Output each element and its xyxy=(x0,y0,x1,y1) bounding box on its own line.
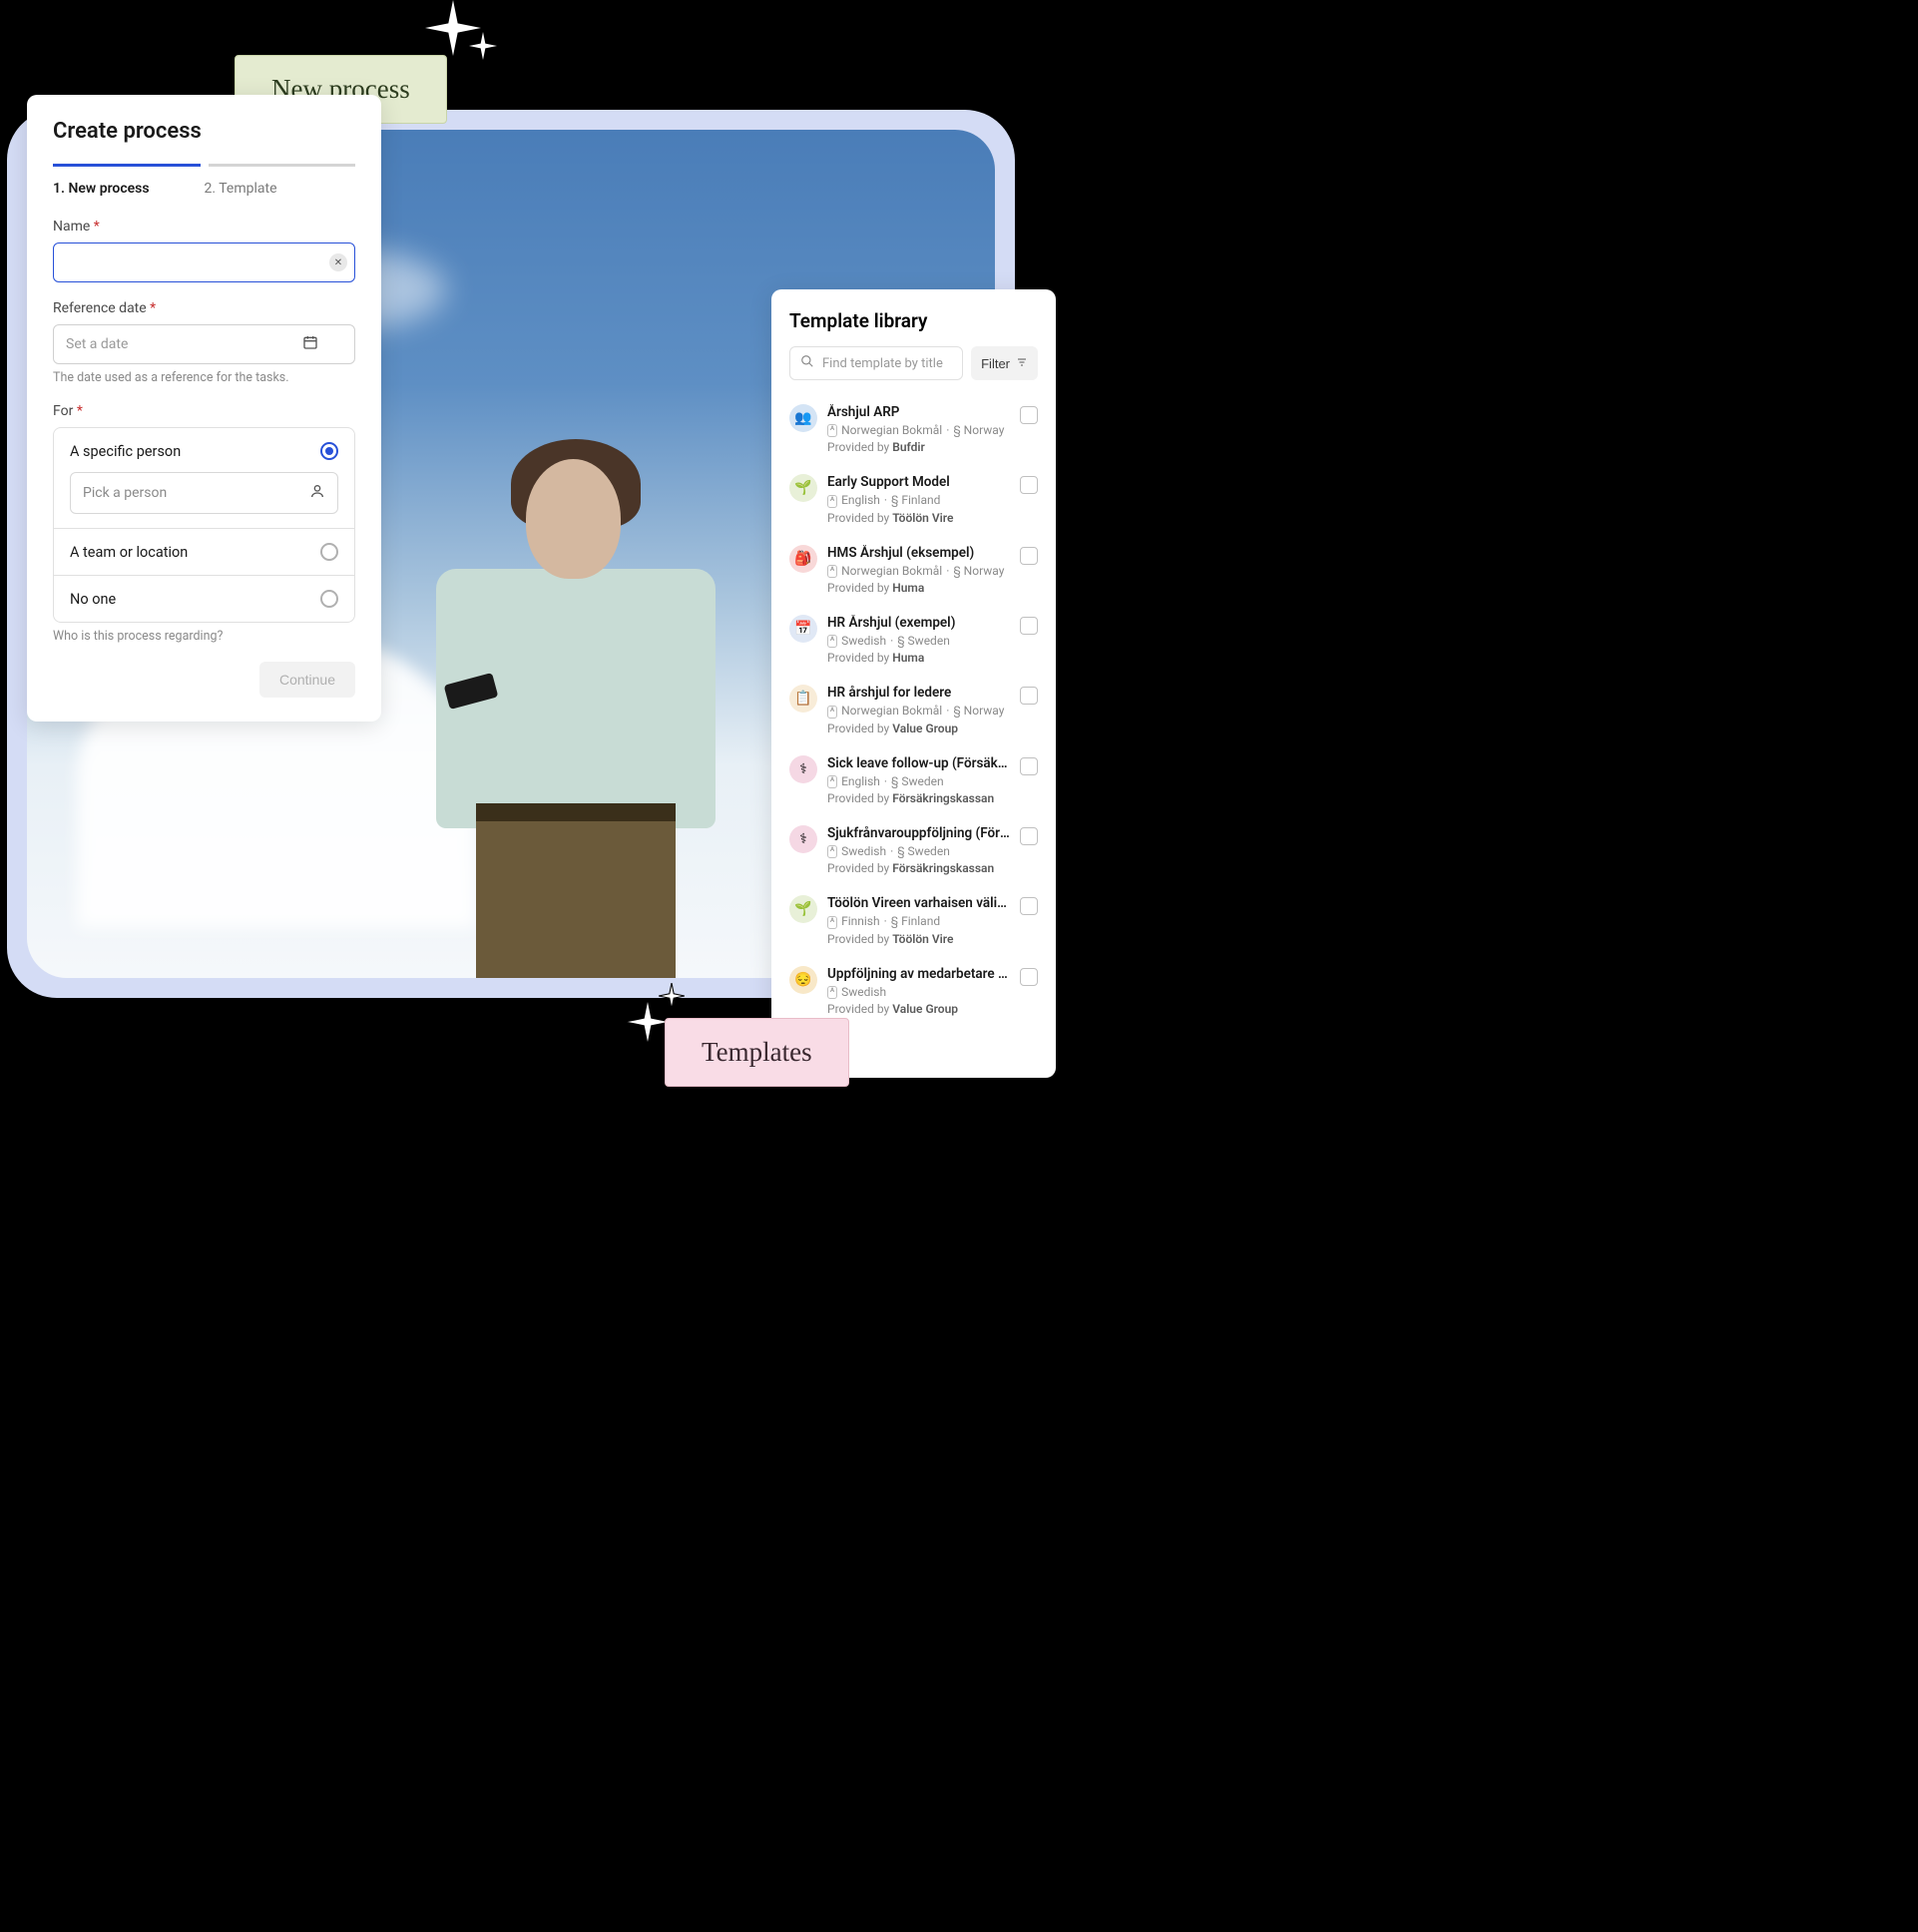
template-item[interactable]: ⚕ Sjukfrånvarouppföljning (Försäkri… ᴬSw… xyxy=(789,815,1038,885)
template-item[interactable]: 😔 Uppföljning av medarbetare und… ᴬSwedi… xyxy=(789,956,1038,1026)
template-item[interactable]: 📋 HR årshjul for ledere ᴬNorwegian Bokmå… xyxy=(789,675,1038,744)
template-meta: ᴬNorwegian Bokmål·§ Norway xyxy=(827,564,1010,578)
template-icon: ⚕ xyxy=(789,755,817,783)
template-icon: 👥 xyxy=(789,404,817,432)
reference-date-input[interactable]: Set a date xyxy=(53,324,355,364)
template-checkbox[interactable] xyxy=(1020,757,1038,775)
radio-icon xyxy=(320,442,338,460)
template-provider: Provided by Försäkringskassan xyxy=(827,861,1010,875)
filter-button[interactable]: Filter xyxy=(971,346,1038,380)
step-2-label[interactable]: 2. Template xyxy=(205,181,356,197)
template-checkbox[interactable] xyxy=(1020,897,1038,915)
template-checkbox[interactable] xyxy=(1020,687,1038,705)
template-checkbox[interactable] xyxy=(1020,827,1038,845)
date-help-text: The date used as a reference for the tas… xyxy=(53,370,355,385)
continue-button[interactable]: Continue xyxy=(259,662,355,698)
template-title: Töölön Vireen varhaisen välittäm… xyxy=(827,895,1010,911)
template-item[interactable]: 🌱 Early Support Model ᴬEnglish·§ Finland… xyxy=(789,464,1038,534)
template-meta: ᴬFinnish·§ Finland xyxy=(827,914,1010,928)
template-meta: ᴬNorwegian Bokmål·§ Norway xyxy=(827,423,1010,437)
radio-specific-person[interactable]: A specific person Pick a person xyxy=(54,428,354,529)
template-icon: 📋 xyxy=(789,685,817,713)
template-checkbox[interactable] xyxy=(1020,547,1038,565)
radio-no-one[interactable]: No one xyxy=(54,576,354,622)
library-title: Template library xyxy=(789,309,1038,332)
search-icon xyxy=(800,354,814,372)
panel-title: Create process xyxy=(53,119,355,144)
radio-team-location[interactable]: A team or location xyxy=(54,529,354,576)
person-icon xyxy=(309,483,325,503)
template-meta: ᴬNorwegian Bokmål·§ Norway xyxy=(827,704,1010,718)
template-title: HR Årshjul (exempel) xyxy=(827,615,1010,631)
template-meta: ᴬSwedish·§ Sweden xyxy=(827,844,1010,858)
template-title: Sjukfrånvarouppföljning (Försäkri… xyxy=(827,825,1010,841)
template-title: HR årshjul for ledere xyxy=(827,685,1010,701)
template-title: Sick leave follow-up (Försäkrings… xyxy=(827,755,1010,771)
template-item[interactable]: ⚕ Sick leave follow-up (Försäkrings… ᴬEn… xyxy=(789,745,1038,815)
template-icon: 🌱 xyxy=(789,474,817,502)
template-checkbox[interactable] xyxy=(1020,476,1038,494)
template-item[interactable]: 👥 Årshjul ARP ᴬNorwegian Bokmål·§ Norway… xyxy=(789,394,1038,464)
template-provider: Provided by Försäkringskassan xyxy=(827,791,1010,805)
date-label: Reference date * xyxy=(53,300,355,316)
sparkle-icon xyxy=(469,32,497,60)
templates-badge: Templates xyxy=(665,1018,849,1087)
template-provider: Provided by Huma xyxy=(827,651,1010,665)
template-checkbox[interactable] xyxy=(1020,968,1038,986)
template-provider: Provided by Value Group xyxy=(827,1002,1010,1016)
radio-icon xyxy=(320,543,338,561)
template-item[interactable]: 🌱 Töölön Vireen varhaisen välittäm… ᴬFin… xyxy=(789,885,1038,955)
template-icon: 🎒 xyxy=(789,545,817,573)
template-provider: Provided by Value Group xyxy=(827,722,1010,735)
template-provider: Provided by Bufdir xyxy=(827,440,1010,454)
template-icon: ⚕ xyxy=(789,825,817,853)
template-title: HMS Årshjul (eksempel) xyxy=(827,545,1010,561)
template-item[interactable]: 📅 HR Årshjul (exempel) ᴬSwedish·§ Sweden… xyxy=(789,605,1038,675)
for-help-text: Who is this process regarding? xyxy=(53,629,355,644)
template-title: Årshjul ARP xyxy=(827,404,1010,420)
sparkle-icon xyxy=(659,983,685,1009)
calendar-icon xyxy=(302,334,318,354)
template-title: Early Support Model xyxy=(827,474,1010,490)
template-checkbox[interactable] xyxy=(1020,617,1038,635)
step-progress xyxy=(53,164,355,167)
template-provider: Provided by Töölön Vire xyxy=(827,511,1010,525)
template-icon: 😔 xyxy=(789,966,817,994)
radio-icon xyxy=(320,590,338,608)
search-input[interactable]: Find template by title xyxy=(789,346,963,380)
template-item[interactable]: 🎒 HMS Årshjul (eksempel) ᴬNorwegian Bokm… xyxy=(789,535,1038,605)
template-library-panel: Template library Find template by title … xyxy=(771,289,1056,1078)
template-provider: Provided by Huma xyxy=(827,581,1010,595)
filter-icon xyxy=(1016,356,1028,371)
template-meta: ᴬEnglish·§ Sweden xyxy=(827,774,1010,788)
template-title: Uppföljning av medarbetare und… xyxy=(827,966,1010,982)
name-input[interactable] xyxy=(53,242,355,282)
template-list: 👥 Årshjul ARP ᴬNorwegian Bokmål·§ Norway… xyxy=(789,394,1038,1026)
template-meta: ᴬSwedish xyxy=(827,985,1010,999)
name-label: Name * xyxy=(53,219,355,235)
person-picker[interactable]: Pick a person xyxy=(70,472,338,514)
template-checkbox[interactable] xyxy=(1020,406,1038,424)
template-icon: 📅 xyxy=(789,615,817,643)
template-meta: ᴬEnglish·§ Finland xyxy=(827,493,1010,507)
for-label: For * xyxy=(53,403,355,419)
step-1-label[interactable]: 1. New process xyxy=(53,181,205,197)
template-provider: Provided by Töölön Vire xyxy=(827,932,1010,946)
create-process-panel: Create process 1. New process 2. Templat… xyxy=(27,95,381,722)
template-meta: ᴬSwedish·§ Sweden xyxy=(827,634,1010,648)
clear-name-button[interactable]: ✕ xyxy=(329,253,347,271)
template-icon: 🌱 xyxy=(789,895,817,923)
